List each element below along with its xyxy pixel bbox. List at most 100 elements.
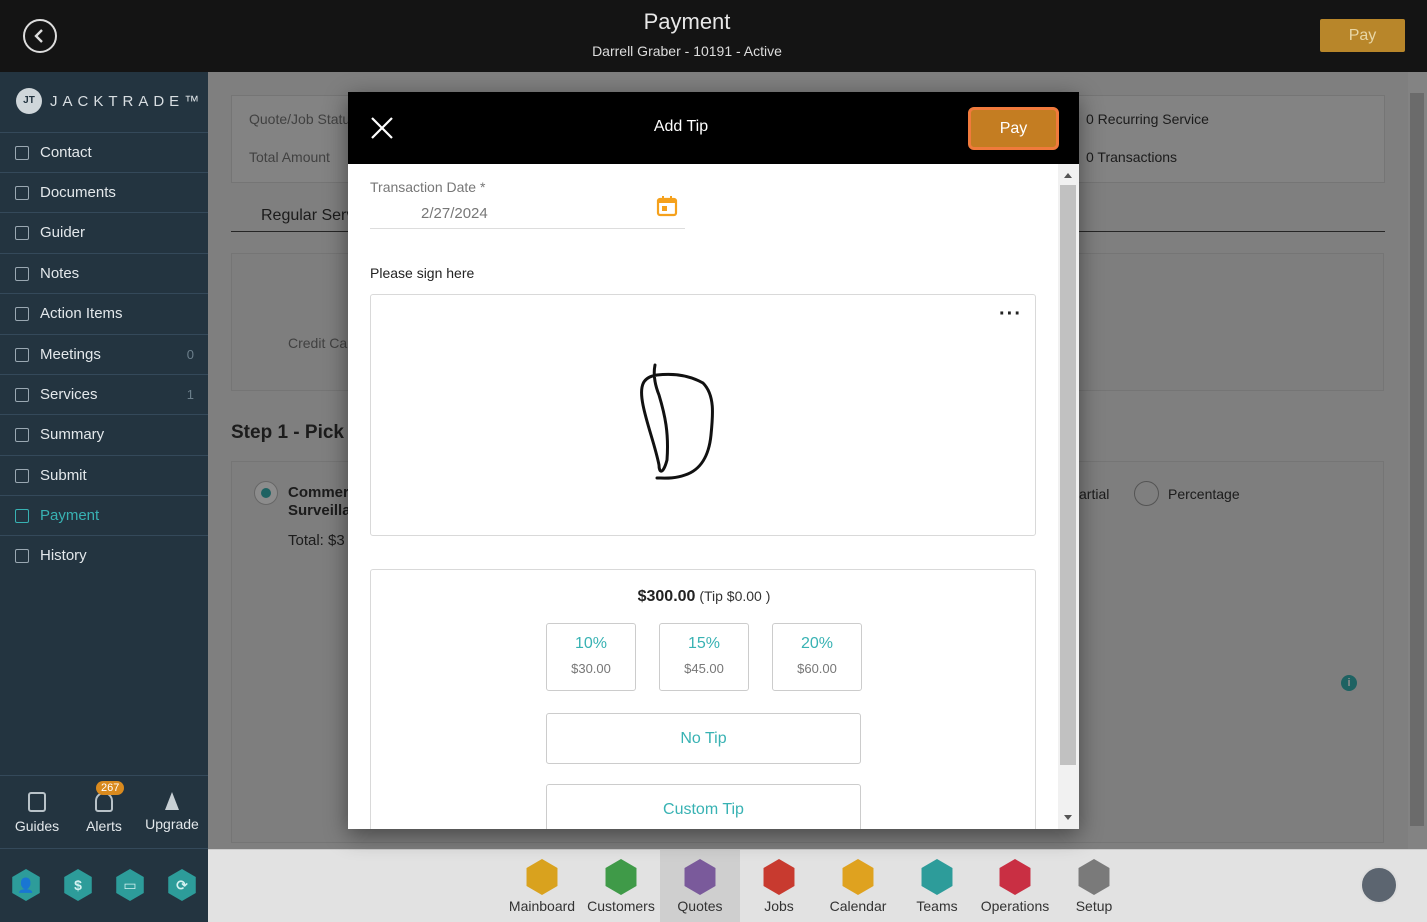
operations-icon bbox=[999, 859, 1031, 895]
scroll-down-icon[interactable] bbox=[1064, 815, 1072, 820]
dollar-hex-icon[interactable]: $ bbox=[64, 869, 92, 901]
bottom-nav-jobs[interactable]: Jobs bbox=[739, 850, 819, 922]
bottom-nav-label: Operations bbox=[980, 898, 1050, 914]
tip-option-15[interactable]: 15% $45.00 bbox=[659, 623, 749, 691]
tip-option-20[interactable]: 20% $60.00 bbox=[772, 623, 862, 691]
teams-icon bbox=[921, 859, 953, 895]
nav-item-icon bbox=[15, 266, 29, 281]
tip-option-10[interactable]: 10% $30.00 bbox=[546, 623, 636, 691]
guides-label: Guides bbox=[14, 818, 60, 834]
modal-title: Add Tip bbox=[653, 118, 709, 135]
sidebar-item-label: Summary bbox=[40, 426, 105, 443]
sidebar-item-label: Notes bbox=[40, 265, 80, 282]
user-hex-icon[interactable]: 👤 bbox=[12, 869, 40, 901]
sync-hex-icon[interactable]: ⟳ bbox=[168, 869, 196, 901]
alerts-button[interactable]: Alerts bbox=[70, 792, 138, 834]
mainboard-icon bbox=[526, 859, 558, 895]
guides-button[interactable]: Guides bbox=[3, 792, 71, 834]
nav-item-icon bbox=[15, 306, 29, 321]
sidebar-item-action-items[interactable]: Action Items bbox=[0, 293, 208, 333]
top-bar: Payment Darrell Graber - 10191 - Active … bbox=[0, 0, 1427, 72]
sidebar-item-documents[interactable]: Documents bbox=[0, 172, 208, 212]
sidebar-quick-actions: 👤 $ ▭ ⟳ bbox=[0, 848, 208, 922]
nav-item-icon bbox=[15, 548, 29, 563]
setup-icon bbox=[1078, 859, 1110, 895]
transaction-date-input[interactable] bbox=[370, 198, 685, 229]
sidebar-item-summary[interactable]: Summary bbox=[0, 414, 208, 454]
bottom-nav-label: Customers bbox=[587, 898, 655, 914]
sidebar-item-label: Services bbox=[40, 386, 98, 403]
custom-tip-button[interactable]: Custom Tip bbox=[546, 784, 861, 829]
sidebar-item-notes[interactable]: Notes bbox=[0, 253, 208, 293]
sidebar-item-guider[interactable]: Guider bbox=[0, 212, 208, 252]
bottom-nav-calendar[interactable]: Calendar bbox=[818, 850, 898, 922]
sidebar-item-meetings[interactable]: Meetings 0 bbox=[0, 334, 208, 374]
modal-header: Add Tip Pay bbox=[348, 92, 1079, 164]
tip-note: (Tip $0.00 ) bbox=[699, 588, 771, 604]
sidebar-item-count: 0 bbox=[186, 347, 194, 362]
bottom-nav-quotes[interactable]: Quotes bbox=[660, 850, 740, 922]
tip-option-amount: $60.00 bbox=[797, 661, 837, 676]
top-pay-button[interactable]: Pay bbox=[1320, 19, 1405, 52]
calendar-icon bbox=[842, 859, 874, 895]
sidebar-item-count: 1 bbox=[186, 387, 194, 402]
sidebar-item-label: Meetings bbox=[40, 346, 101, 363]
tip-option-amount: $45.00 bbox=[684, 661, 724, 676]
add-tip-modal: Add Tip Pay Transaction Date * Please si… bbox=[348, 92, 1079, 829]
signature-stroke bbox=[640, 363, 715, 480]
page-subtitle: Darrell Graber - 10191 - Active bbox=[592, 43, 782, 59]
sidebar-item-label: Action Items bbox=[40, 305, 123, 322]
tip-option-pct: 20% bbox=[800, 635, 834, 652]
signature-pad[interactable]: ··· bbox=[370, 294, 1036, 536]
sidebar-item-label: Contact bbox=[40, 144, 92, 161]
sidebar-item-label: Guider bbox=[40, 224, 86, 241]
nav-item-icon bbox=[15, 185, 29, 200]
tip-panel: $300.00 (Tip $0.00 ) 10% $30.00 15% $45.… bbox=[370, 569, 1036, 829]
bottom-nav-setup[interactable]: Setup bbox=[1054, 850, 1134, 922]
tip-summary: $300.00 (Tip $0.00 ) bbox=[371, 588, 1037, 606]
tip-option-pct: 10% bbox=[574, 635, 608, 652]
alerts-label: Alerts bbox=[86, 818, 122, 834]
tip-option-pct: 15% bbox=[687, 635, 721, 652]
sidebar-item-label: Payment bbox=[40, 507, 100, 524]
sidebar-item-submit[interactable]: Submit bbox=[0, 455, 208, 495]
tip-option-amount: $30.00 bbox=[571, 661, 611, 676]
bottom-nav-operations[interactable]: Operations bbox=[975, 850, 1055, 922]
jobs-icon bbox=[763, 859, 795, 895]
logo-mark: JT bbox=[16, 88, 42, 114]
modal-scrollbar-thumb[interactable] bbox=[1060, 185, 1076, 765]
user-avatar[interactable] bbox=[1360, 866, 1398, 904]
upgrade-label: Upgrade bbox=[145, 816, 199, 832]
bottom-nav-label: Setup bbox=[1075, 898, 1113, 914]
calendar-icon[interactable] bbox=[656, 195, 678, 217]
nav-item-icon bbox=[15, 347, 29, 362]
bottom-nav-customers[interactable]: Customers bbox=[581, 850, 661, 922]
card-hex-icon[interactable]: ▭ bbox=[116, 869, 144, 901]
arrow-up-icon bbox=[165, 792, 179, 810]
nav-item-icon bbox=[15, 427, 29, 442]
modal-pay-button[interactable]: Pay bbox=[968, 107, 1059, 150]
more-options-icon[interactable]: ··· bbox=[999, 304, 1022, 324]
upgrade-button[interactable]: Upgrade bbox=[138, 792, 206, 832]
sidebar-item-contact[interactable]: Contact bbox=[0, 132, 208, 172]
tip-total: $300.00 bbox=[637, 588, 696, 605]
page-title: Payment bbox=[643, 9, 731, 34]
nav-item-icon bbox=[15, 225, 29, 240]
quotes-icon bbox=[684, 859, 716, 895]
transaction-date-label: Transaction Date * bbox=[370, 179, 486, 195]
bell-icon bbox=[95, 792, 113, 812]
no-tip-button[interactable]: No Tip bbox=[546, 713, 861, 764]
alerts-count-badge: 267 bbox=[96, 781, 125, 795]
bottom-nav-mainboard[interactable]: Mainboard bbox=[502, 850, 582, 922]
sidebar-item-services[interactable]: Services 1 bbox=[0, 374, 208, 414]
book-icon bbox=[28, 792, 46, 812]
sidebar-item-payment[interactable]: Payment bbox=[0, 495, 208, 535]
bottom-nav-teams[interactable]: Teams bbox=[897, 850, 977, 922]
sidebar-item-history[interactable]: History bbox=[0, 535, 208, 575]
sign-label: Please sign here bbox=[370, 265, 475, 281]
nav-item-icon bbox=[15, 387, 29, 402]
bottom-nav-label: Calendar bbox=[829, 898, 887, 914]
nav-item-icon bbox=[15, 468, 29, 483]
scroll-up-icon[interactable] bbox=[1064, 173, 1072, 178]
nav-item-icon bbox=[15, 508, 29, 523]
